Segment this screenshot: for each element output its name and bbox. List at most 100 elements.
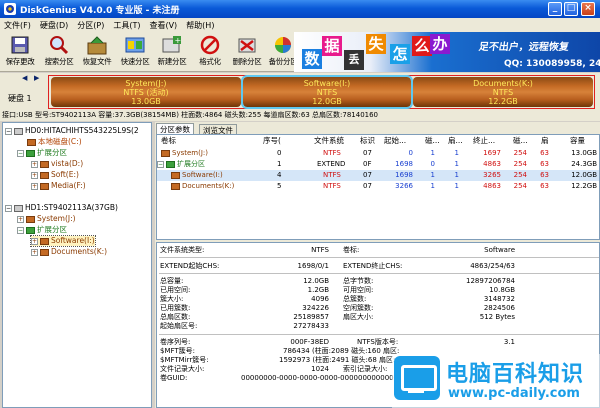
- expand-icon[interactable]: +: [17, 215, 24, 223]
- format-button[interactable]: 格式化: [193, 34, 227, 70]
- extended-partition-icon: [26, 149, 35, 157]
- save-changes-button[interactable]: 保存更改: [3, 34, 37, 70]
- detail-value: 25189857: [293, 313, 329, 321]
- cell-end-sector: 63: [540, 182, 549, 190]
- col-header-start-sector[interactable]: 扇...: [448, 135, 463, 146]
- disk-icon: [14, 204, 23, 212]
- cell-label-text: 扩展分区: [177, 160, 205, 168]
- detail-label: EXTEND起始CHS:: [160, 262, 220, 270]
- table-row[interactable]: − 扩展分区 1 EXTEND 0F 1698 0 1 4863 254 63 2…: [157, 159, 599, 170]
- col-header-fs[interactable]: 文件系统: [314, 135, 344, 146]
- menu-help[interactable]: 帮助(H): [186, 20, 214, 31]
- expand-icon[interactable]: +: [31, 237, 38, 245]
- menu-file[interactable]: 文件(F): [4, 20, 31, 31]
- table-row-selected[interactable]: Software(I:) 4 NTFS 07 1698 1 1 3265 254…: [157, 170, 599, 181]
- cell-label: System(J:): [161, 148, 208, 159]
- detail-label: 索引记录大小:: [343, 365, 388, 373]
- save-icon: [9, 35, 31, 55]
- detail-label: 总簇数:: [343, 295, 367, 303]
- close-button[interactable]: ×: [581, 2, 595, 16]
- menu-partition[interactable]: 分区(P): [77, 20, 104, 31]
- partition-icon: [26, 215, 35, 223]
- detail-value: 3.1: [503, 338, 515, 346]
- monitor-logo-icon: [394, 356, 440, 400]
- collapse-icon[interactable]: −: [17, 226, 24, 234]
- cell-start-sector: 1: [454, 160, 459, 168]
- svg-text:+: +: [175, 36, 182, 45]
- tree-node-i[interactable]: + Software(I:): [30, 235, 96, 247]
- collapse-icon[interactable]: −: [157, 160, 164, 168]
- tree-label: HD1:ST9402113A(37GB): [25, 203, 118, 212]
- title-bar: DiskGenius V4.0.0 专业版 - 未注册 _ □ ×: [0, 0, 600, 18]
- col-header-id[interactable]: 标识: [360, 135, 375, 146]
- banner-char-7: 办: [430, 34, 450, 54]
- menu-tools[interactable]: 工具(T): [113, 20, 140, 31]
- expand-icon[interactable]: +: [31, 160, 38, 168]
- tree-node-ext0[interactable]: − 扩展分区: [17, 148, 67, 158]
- menu-disk[interactable]: 硬盘(D): [40, 20, 68, 31]
- col-header-end-sector[interactable]: 扇: [541, 135, 549, 146]
- detail-value: 2824506: [483, 304, 515, 312]
- maximize-button[interactable]: □: [564, 2, 578, 16]
- table-row[interactable]: Documents(K:) 5 NTFS 07 3266 1 1 4863 25…: [157, 181, 599, 192]
- tree-node-d[interactable]: + vista(D:): [31, 159, 83, 169]
- col-header-index[interactable]: 序号(: [263, 135, 281, 146]
- partition-icon: [27, 138, 36, 146]
- tree-node-k[interactable]: + Documents(K:): [31, 247, 107, 257]
- col-header-capacity[interactable]: 容量: [570, 135, 585, 146]
- recover-files-button[interactable]: 恢复文件: [80, 34, 114, 70]
- segment-system[interactable]: System(J:) NTFS (活动) 13.0GB: [51, 77, 241, 107]
- cell-end-cyl: 1697: [483, 149, 501, 157]
- tree-label: 扩展分区: [37, 148, 67, 157]
- delete-partition-button[interactable]: 删除分区: [230, 34, 264, 70]
- tree-node-j[interactable]: + System(J:): [17, 214, 76, 224]
- detail-label: 卷GUID:: [160, 374, 188, 382]
- tree-node-c[interactable]: 本地磁盘(C:): [27, 137, 82, 147]
- tree-node-hd1[interactable]: − HD1:ST9402113A(37GB): [5, 203, 118, 213]
- cell-label-text: Documents(K:): [182, 182, 235, 190]
- window-title: DiskGenius V4.0.0 专业版 - 未注册: [20, 5, 180, 16]
- expand-icon[interactable]: +: [31, 248, 38, 256]
- tree-node-hd0[interactable]: − HD0:HITACHIHTS543225L9S(2: [5, 126, 139, 136]
- cell-start-cyl: 3266: [395, 182, 413, 190]
- collapse-icon[interactable]: −: [5, 127, 12, 135]
- quick-partition-label: 快速分区: [120, 57, 150, 66]
- tree-node-ext1[interactable]: − 扩展分区: [17, 225, 67, 235]
- table-row[interactable]: System(J:) 0 NTFS 07 0 1 1 1697 254 63 1…: [157, 148, 599, 159]
- prev-disk-arrow-icon[interactable]: ◀: [22, 75, 30, 82]
- segment-documents[interactable]: Documents(K:) NTFS 12.2GB: [413, 77, 593, 107]
- detail-label: 总扇区数:: [160, 313, 191, 321]
- col-header-start-cyl[interactable]: 起始...: [384, 135, 406, 146]
- save-changes-label: 保存更改: [5, 57, 35, 66]
- partition-table: 卷标 序号( 文件系统 标识 起始... 磁... 扇... 终止... 磁..…: [156, 134, 600, 240]
- quick-partition-button[interactable]: 快速分区: [118, 34, 152, 70]
- expand-icon[interactable]: +: [31, 171, 38, 179]
- col-header-end-cyl[interactable]: 终止...: [473, 135, 495, 146]
- col-header-label[interactable]: 卷标: [161, 135, 176, 146]
- next-disk-arrow-icon[interactable]: ▶: [34, 75, 42, 82]
- cell-start-cyl: 0: [408, 149, 413, 157]
- cell-start-cyl: 1698: [395, 171, 413, 179]
- new-partition-button[interactable]: + 新建分区: [155, 34, 189, 70]
- detail-label: 扇区大小:: [343, 313, 374, 321]
- search-partition-button[interactable]: 搜索分区: [42, 34, 76, 70]
- minimize-button[interactable]: _: [548, 2, 562, 16]
- detail-label: EXTEND终止CHS:: [343, 262, 403, 270]
- tree-label: Media(F:): [51, 181, 86, 190]
- tree-label: Soft(E:): [51, 170, 79, 179]
- tree-node-e[interactable]: + Soft(E:): [31, 170, 79, 180]
- collapse-icon[interactable]: −: [5, 204, 12, 212]
- col-header-end-head[interactable]: 磁...: [513, 135, 528, 146]
- divider: [159, 273, 599, 274]
- collapse-icon[interactable]: −: [17, 149, 24, 157]
- segment-software[interactable]: Software(I:) NTFS 12.0GB: [241, 75, 413, 109]
- menu-view[interactable]: 查看(V): [149, 20, 177, 31]
- expand-icon[interactable]: +: [31, 182, 38, 190]
- tree-node-f[interactable]: + Media(F:): [31, 181, 86, 191]
- detail-value: 1698/0/1: [297, 262, 329, 270]
- disk-partition-bar: System(J:) NTFS (活动) 13.0GB Software(I:)…: [48, 75, 595, 109]
- tab-partition-params[interactable]: 分区参数: [156, 123, 194, 134]
- ad-banner[interactable]: 数 据 丢 失 怎 么 办 足不出户，远程恢复 QQ: 130089958, 2…: [294, 32, 600, 72]
- detail-value: 1592973 (柱面:2491 磁头:68 扇区:: [279, 356, 396, 364]
- col-header-start-head[interactable]: 磁...: [425, 135, 440, 146]
